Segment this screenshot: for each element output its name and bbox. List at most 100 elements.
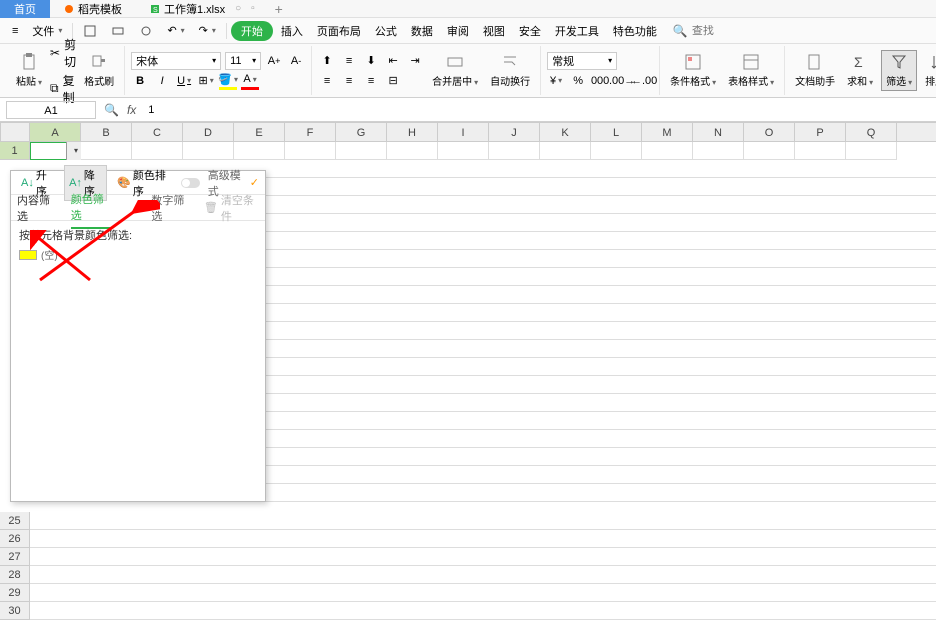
- row-28[interactable]: 28: [0, 566, 30, 584]
- cell[interactable]: [438, 142, 489, 160]
- align-top-icon[interactable]: ⬆: [318, 52, 336, 70]
- menu-security[interactable]: 安全: [513, 21, 547, 41]
- align-left-icon[interactable]: ≡: [318, 72, 336, 90]
- align-right-icon[interactable]: ≡: [362, 72, 380, 90]
- indent-right-icon[interactable]: ⇥: [406, 52, 424, 70]
- tab-menu-icon[interactable]: ▫: [251, 3, 255, 14]
- advanced-mode-toggle[interactable]: [181, 178, 200, 188]
- menu-pagelayout[interactable]: 页面布局: [311, 21, 367, 41]
- redo-button[interactable]: ↷: [193, 22, 222, 39]
- dec-decimal-icon[interactable]: ←.00: [635, 72, 653, 90]
- align-middle-icon[interactable]: ≡: [340, 52, 358, 70]
- cut-button[interactable]: ✂剪切: [50, 36, 76, 70]
- menu-data[interactable]: 数据: [405, 21, 439, 41]
- cell[interactable]: [387, 142, 438, 160]
- menu-insert[interactable]: 插入: [275, 21, 309, 41]
- comma-icon[interactable]: 000: [591, 72, 609, 90]
- menu-formula[interactable]: 公式: [369, 21, 403, 41]
- col-Q[interactable]: Q: [846, 123, 897, 141]
- col-D[interactable]: D: [183, 123, 234, 141]
- align-bottom-icon[interactable]: ⬇: [362, 52, 380, 70]
- cell[interactable]: [693, 142, 744, 160]
- col-L[interactable]: L: [591, 123, 642, 141]
- merge-split-icon[interactable]: ⊟: [384, 72, 402, 90]
- cell[interactable]: [234, 142, 285, 160]
- cell[interactable]: [336, 142, 387, 160]
- doc-assist-button[interactable]: 文档助手: [791, 51, 839, 90]
- indent-left-icon[interactable]: ⇤: [384, 52, 402, 70]
- print-icon[interactable]: [105, 22, 131, 40]
- row-25[interactable]: 25: [0, 512, 30, 530]
- formula-input[interactable]: [144, 101, 930, 119]
- search-input[interactable]: [692, 25, 752, 37]
- menu-view[interactable]: 视图: [477, 21, 511, 41]
- merge-center-button[interactable]: 合并居中: [428, 51, 482, 90]
- save-icon[interactable]: [77, 22, 103, 40]
- auto-wrap-button[interactable]: 自动换行: [486, 51, 534, 90]
- col-O[interactable]: O: [744, 123, 795, 141]
- col-P[interactable]: P: [795, 123, 846, 141]
- filter-dropdown-icon[interactable]: ▾: [74, 146, 78, 155]
- cell[interactable]: [285, 142, 336, 160]
- cond-format-button[interactable]: 条件格式: [666, 51, 720, 90]
- col-K[interactable]: K: [540, 123, 591, 141]
- tab-workbook[interactable]: S 工作簿1.xlsx ○ ▫: [136, 0, 269, 18]
- fill-color-button[interactable]: 🪣: [219, 72, 237, 90]
- format-painter-button[interactable]: 格式刷: [80, 51, 118, 90]
- cell[interactable]: [795, 142, 846, 160]
- menu-review[interactable]: 审阅: [441, 21, 475, 41]
- font-size-select[interactable]: 11▾: [225, 52, 261, 70]
- tab-home[interactable]: 首页: [0, 0, 50, 18]
- cell[interactable]: [642, 142, 693, 160]
- col-C[interactable]: C: [132, 123, 183, 141]
- cell[interactable]: [81, 142, 132, 160]
- align-center-icon[interactable]: ≡: [340, 72, 358, 90]
- bold-button[interactable]: B: [131, 72, 149, 90]
- font-name-select[interactable]: 宋体▾: [131, 52, 221, 70]
- font-color-button[interactable]: A: [241, 72, 259, 90]
- cell[interactable]: [591, 142, 642, 160]
- percent-icon[interactable]: %: [569, 72, 587, 90]
- undo-button[interactable]: ↶: [161, 22, 190, 39]
- increase-font-icon[interactable]: A+: [265, 52, 283, 70]
- col-G[interactable]: G: [336, 123, 387, 141]
- col-B[interactable]: B: [81, 123, 132, 141]
- new-tab-button[interactable]: +: [269, 1, 289, 17]
- menu-start[interactable]: 开始: [231, 21, 273, 41]
- row-1[interactable]: 1: [0, 142, 30, 160]
- sum-button[interactable]: Σ 求和: [843, 51, 877, 90]
- border-button[interactable]: ⊞: [197, 72, 215, 90]
- cell[interactable]: [540, 142, 591, 160]
- underline-button[interactable]: U: [175, 72, 193, 90]
- row-29[interactable]: 29: [0, 584, 30, 602]
- paste-button[interactable]: 粘贴: [12, 51, 46, 90]
- cell[interactable]: [846, 142, 897, 160]
- app-menu-icon[interactable]: ≡: [6, 23, 24, 39]
- italic-button[interactable]: I: [153, 72, 171, 90]
- menu-special[interactable]: 特色功能: [607, 21, 663, 41]
- cell[interactable]: [744, 142, 795, 160]
- row-26[interactable]: 26: [0, 530, 30, 548]
- sort-button[interactable]: 排序: [921, 51, 936, 90]
- col-F[interactable]: F: [285, 123, 336, 141]
- col-M[interactable]: M: [642, 123, 693, 141]
- row-27[interactable]: 27: [0, 548, 30, 566]
- table-format-button[interactable]: 表格样式: [724, 51, 778, 90]
- fx-icon[interactable]: fx: [127, 103, 136, 117]
- tab-templates[interactable]: 稻壳模板: [50, 0, 136, 18]
- clear-filter-button[interactable]: 🗑 清空条件: [204, 192, 259, 224]
- cell-A1[interactable]: ▾: [30, 142, 81, 160]
- col-A[interactable]: A: [30, 123, 81, 141]
- col-J[interactable]: J: [489, 123, 540, 141]
- cell[interactable]: [183, 142, 234, 160]
- select-all-corner[interactable]: [0, 122, 30, 142]
- col-E[interactable]: E: [234, 123, 285, 141]
- col-H[interactable]: H: [387, 123, 438, 141]
- col-N[interactable]: N: [693, 123, 744, 141]
- color-swatch-option[interactable]: (空): [19, 247, 257, 262]
- menu-devtools[interactable]: 开发工具: [549, 21, 605, 41]
- name-box[interactable]: A1: [6, 101, 96, 119]
- filter-button[interactable]: 筛选: [881, 50, 917, 91]
- col-I[interactable]: I: [438, 123, 489, 141]
- inc-decimal-icon[interactable]: .00→: [613, 72, 631, 90]
